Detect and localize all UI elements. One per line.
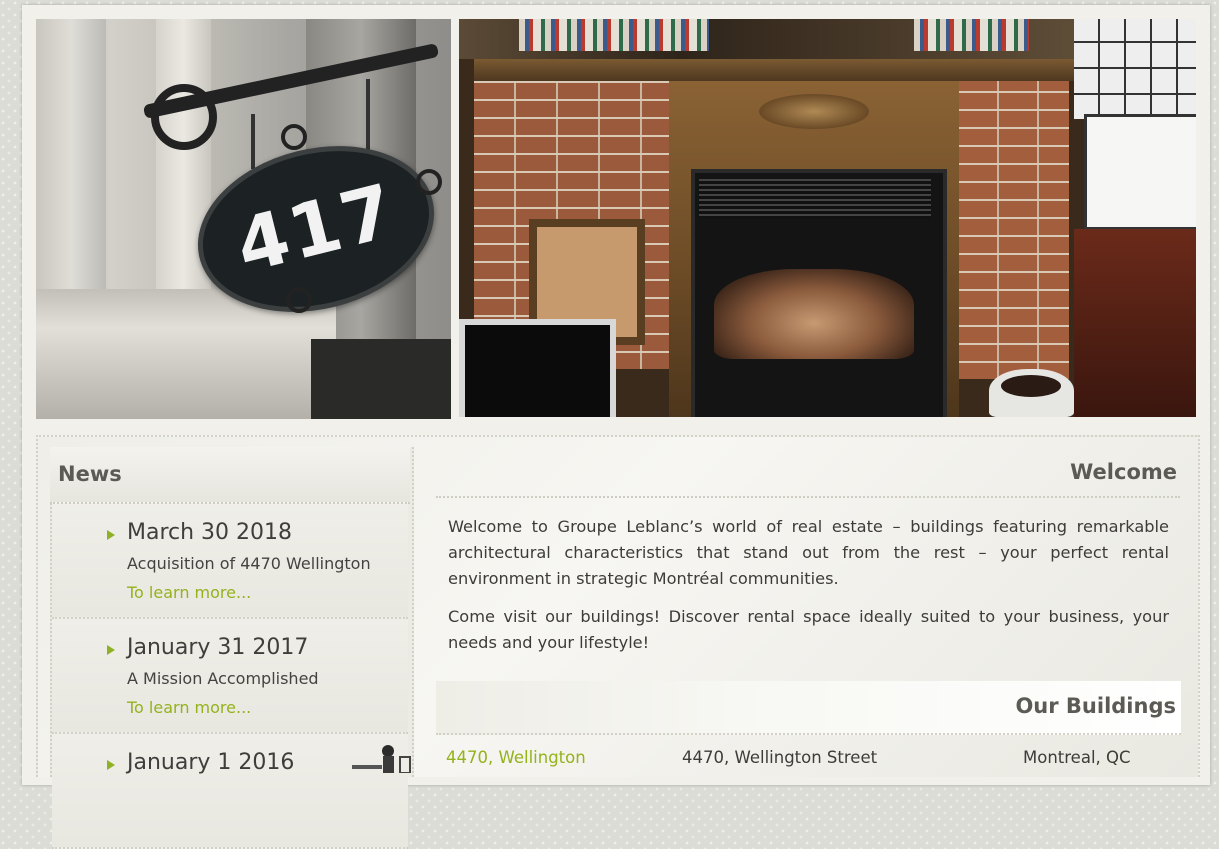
divider [436, 496, 1180, 498]
carved-ornament [759, 94, 869, 129]
building-link[interactable]: 4470, Wellington [446, 748, 586, 767]
fireplace-photo [459, 19, 1196, 417]
iron-scroll [151, 84, 217, 150]
welcome-paragraph: Welcome to Groupe Leblanc’s world of rea… [448, 517, 1169, 588]
chain [251, 114, 255, 169]
mascot-illustration-icon [352, 745, 411, 773]
building-city: Montreal, QC [1023, 748, 1131, 767]
sign-scroll [286, 287, 312, 313]
doorway [311, 339, 451, 419]
building-sign-photo: 417 [36, 19, 451, 419]
welcome-paragraph: Come visit our buildings! Discover renta… [448, 607, 1169, 652]
news-description: Acquisition of 4470 Wellington [127, 554, 371, 573]
planter-pot [989, 369, 1074, 417]
building-address: 4470, Wellington Street [682, 748, 878, 767]
fireplace-logs [714, 269, 914, 359]
fireplace-grill [699, 179, 931, 219]
address-number: 417 [227, 167, 405, 291]
arrow-bullet-icon [107, 530, 115, 540]
news-title: News [58, 462, 122, 486]
mantel [474, 59, 1074, 81]
welcome-heading: Welcome [1070, 460, 1177, 484]
books [519, 19, 709, 51]
cabinet [1074, 229, 1196, 417]
news-date: January 31 2017 [127, 635, 309, 660]
arrow-bullet-icon [107, 645, 115, 655]
arrow-bullet-icon [107, 760, 115, 770]
chain [366, 79, 370, 159]
window [1074, 19, 1196, 119]
brick-wall [959, 79, 1069, 379]
whiteboard [1084, 114, 1196, 230]
sign-scroll [281, 124, 307, 150]
news-learn-more-link[interactable]: To learn more... [127, 698, 251, 717]
books [914, 19, 1029, 51]
sign-scroll [416, 169, 442, 195]
news-learn-more-link[interactable]: To learn more... [127, 583, 251, 602]
buildings-heading: Our Buildings [1015, 694, 1176, 718]
news-date: March 30 2018 [127, 520, 293, 545]
computer-monitor [459, 319, 616, 417]
news-description: A Mission Accomplished [127, 669, 319, 688]
news-date: January 1 2016 [127, 750, 295, 775]
